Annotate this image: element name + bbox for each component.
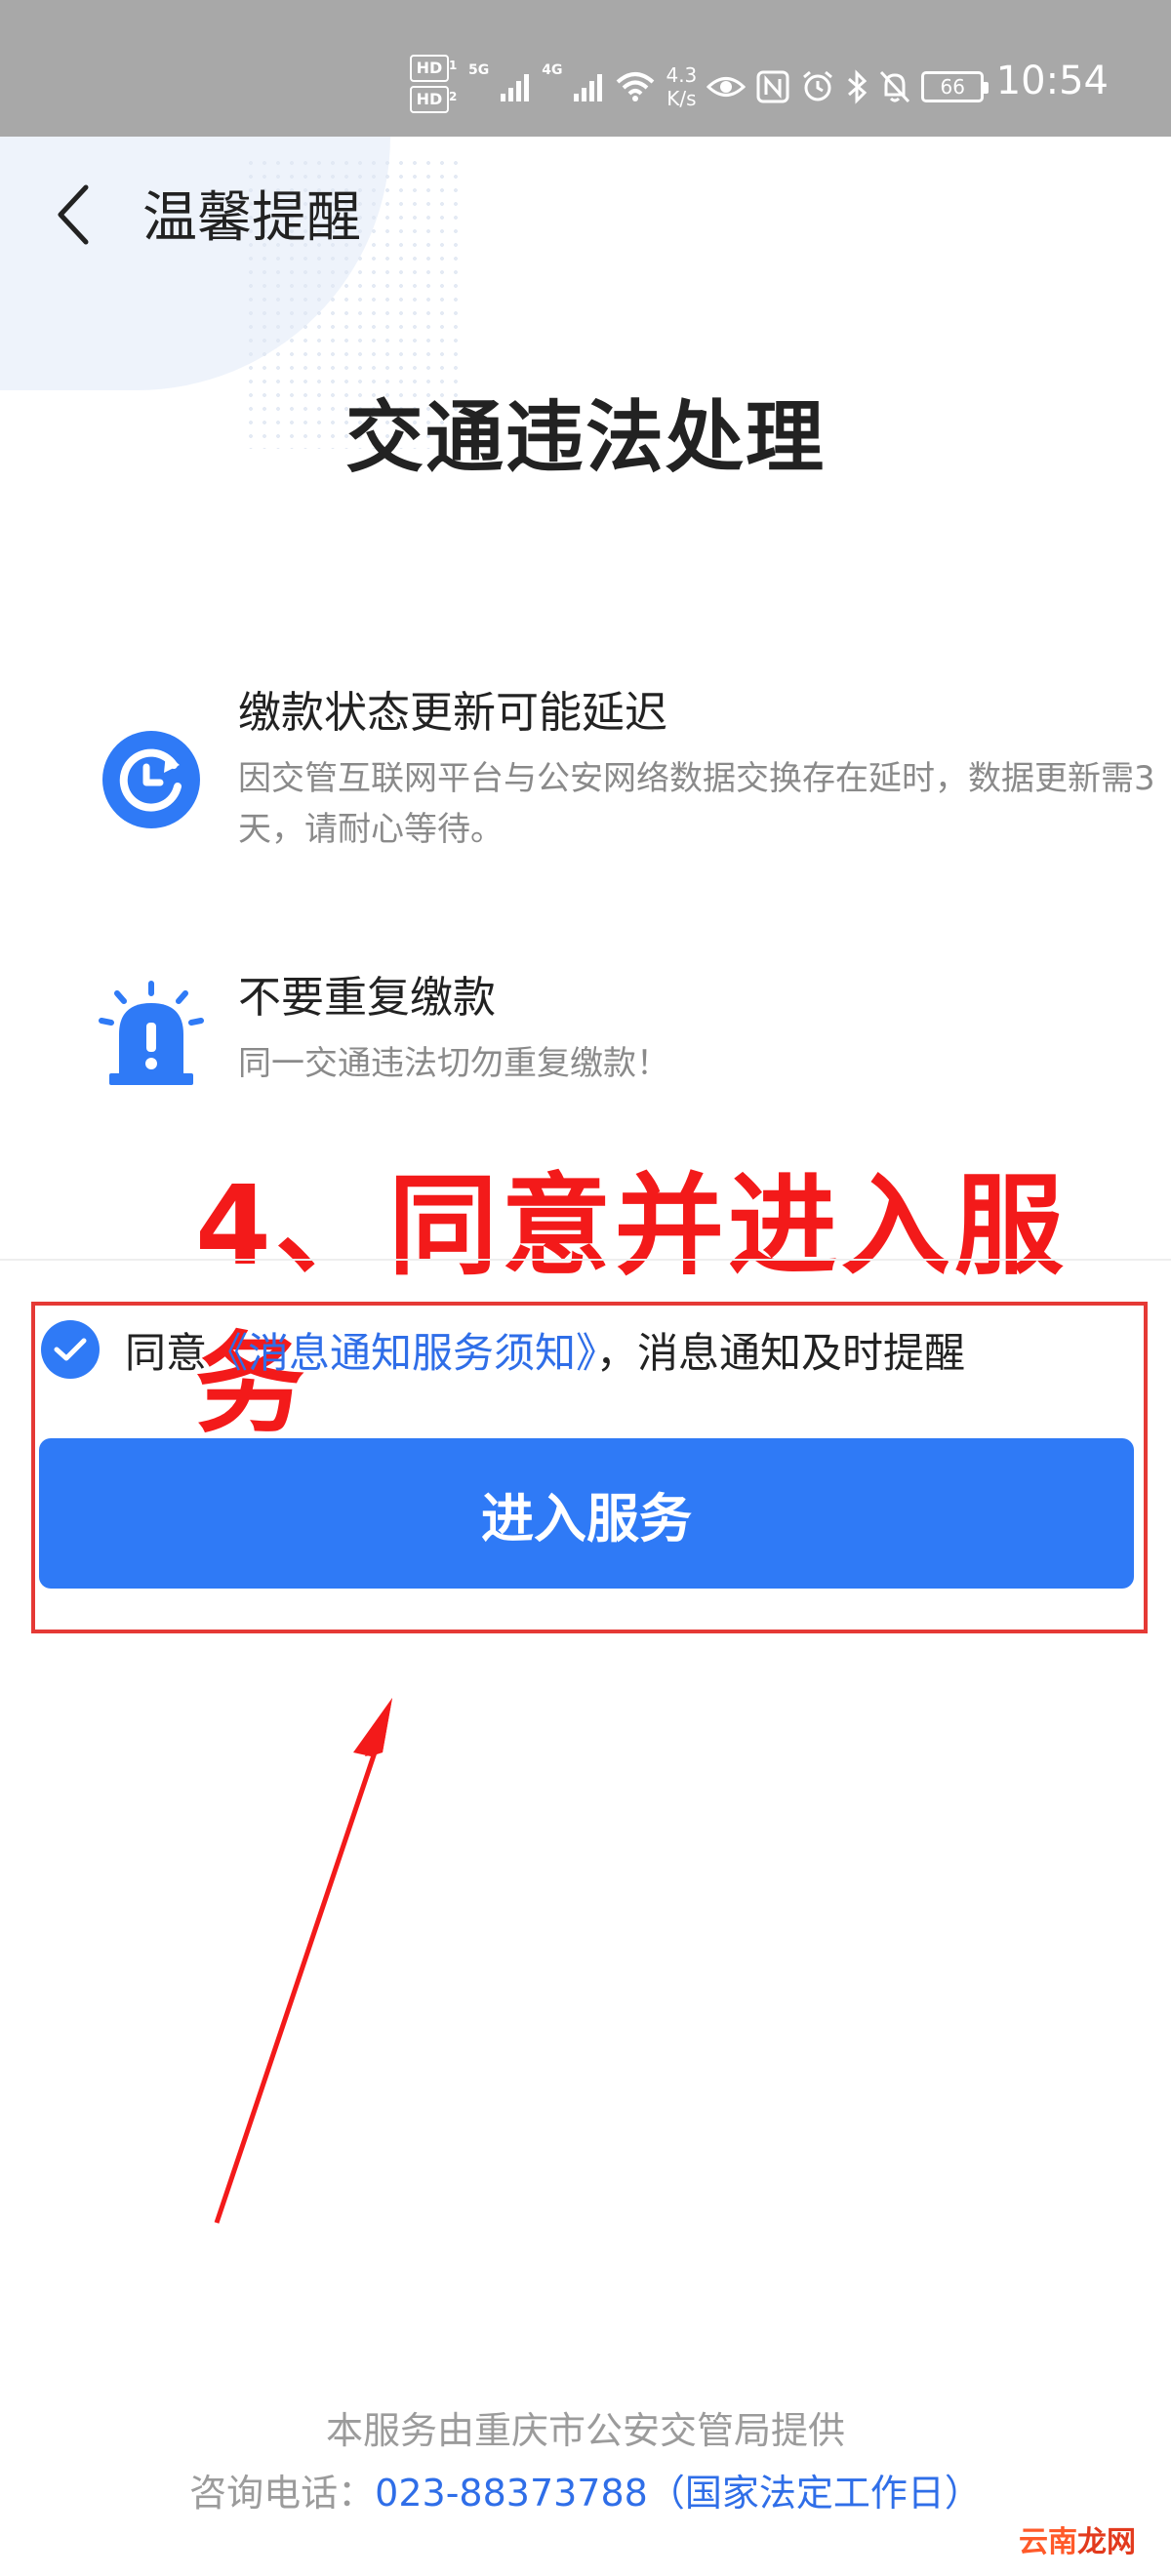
- checkmark-icon: [54, 1338, 87, 1361]
- tip-title: 不要重复缴款: [238, 973, 496, 1023]
- hd1-sub: 1: [449, 59, 458, 72]
- divider: [0, 1259, 1171, 1261]
- footer-phone-link[interactable]: 023-88373788（国家法定工作日）: [375, 2472, 982, 2515]
- status-bar: HD 1 HD 2 5G 4G 4.3 K/s 66 10:54: [0, 0, 1171, 137]
- bluetooth-icon: [848, 69, 868, 104]
- nfc-icon: [756, 70, 789, 103]
- tip-description: 因交管互联网平台与公安网络数据交换存在延时，数据更新需3天，请耐心等待。: [238, 759, 1155, 849]
- status-time: 10:54: [995, 59, 1109, 103]
- status-icons: 5G 4G 4.3 K/s 66: [468, 60, 989, 113]
- agreement-checkbox[interactable]: [41, 1320, 100, 1379]
- eye-icon: [707, 77, 747, 97]
- footer-contact: 咨询电话：023-88373788（国家法定工作日）: [0, 2463, 1171, 2516]
- bell-off-icon: [880, 70, 910, 103]
- signal-icon-2: [574, 74, 603, 101]
- agreement-link[interactable]: 《消息通知服务须知》: [207, 1329, 596, 1377]
- watermark-logo: 云南龙网: [1019, 2526, 1136, 2558]
- refresh-clock-icon: [102, 731, 200, 828]
- agreement-row: 同意《消息通知服务须知》，消息通知及时提醒: [41, 1315, 965, 1384]
- signal-icon-1: [501, 74, 530, 101]
- battery-icon: 66: [921, 71, 989, 102]
- agreement-prefix: 同意: [125, 1328, 208, 1377]
- enter-service-button[interactable]: 进入服务: [39, 1438, 1134, 1589]
- network-speed: 4.3 K/s: [666, 63, 698, 110]
- hd2-badge: HD: [410, 86, 449, 113]
- hd1-badge: HD: [410, 55, 449, 82]
- wifi-icon: [617, 72, 655, 101]
- network-5g-label: 5G: [468, 62, 490, 78]
- agreement-suffix: ，消息通知及时提醒: [596, 1328, 966, 1377]
- page-title: 温馨提醒: [142, 186, 361, 250]
- tip-title: 缴款状态更新可能延迟: [238, 688, 667, 738]
- hd2-sub: 2: [449, 90, 458, 103]
- battery-level: 66: [940, 75, 965, 99]
- footer-provider: 本服务由重庆市公安交管局提供: [325, 2409, 845, 2452]
- tip-item: 不要重复缴款 同一交通违法切勿重复缴款！: [98, 962, 1112, 1108]
- back-button[interactable]: [43, 176, 101, 254]
- agreement-text: 同意《消息通知服务须知》，消息通知及时提醒: [125, 1320, 965, 1380]
- tip-item: 缴款状态更新可能延迟 因交管互联网平台与公安网络数据交换存在延时，数据更新需3天…: [98, 677, 1155, 872]
- network-4g-label: 4G: [542, 62, 563, 78]
- alarm-light-icon: [99, 981, 204, 1085]
- footer-contact-label: 咨询电话：: [189, 2472, 376, 2515]
- tip-description: 同一交通违法切勿重复缴款！: [238, 1044, 669, 1083]
- alarm-icon: [803, 70, 833, 101]
- chevron-left-icon: [58, 184, 89, 245]
- main-heading: 交通违法处理: [345, 392, 826, 483]
